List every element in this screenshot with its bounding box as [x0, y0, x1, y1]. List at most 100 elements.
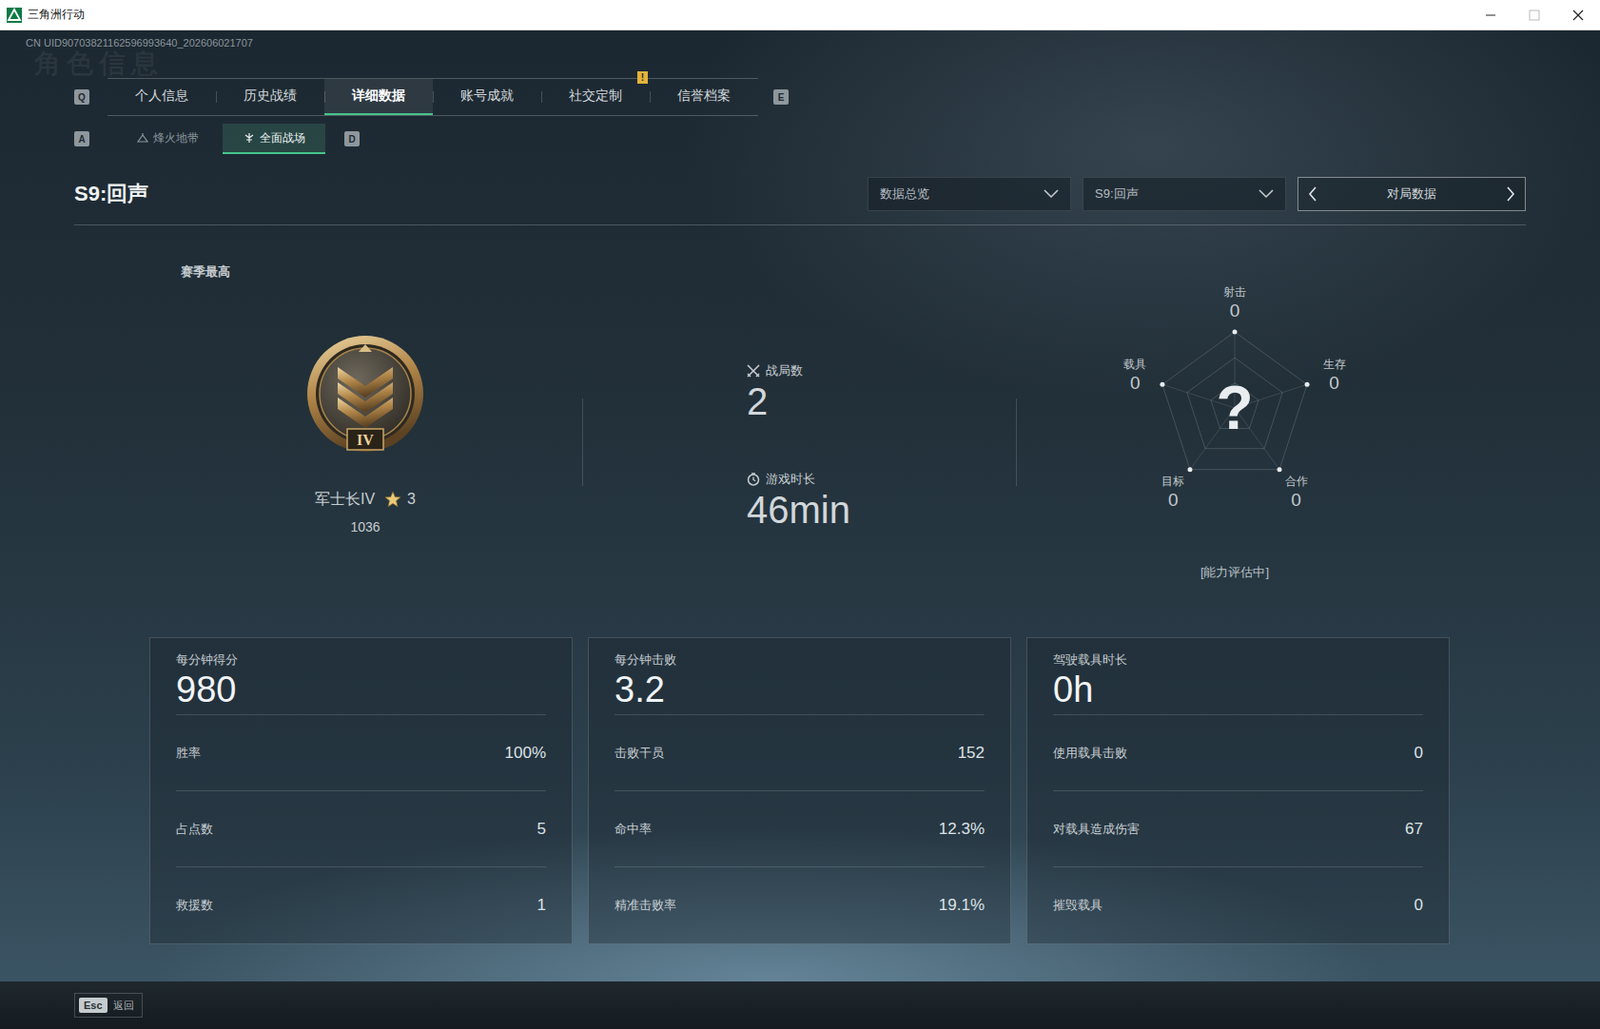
chevron-left-icon[interactable] [1307, 186, 1318, 202]
rank-tier: IV [356, 431, 374, 449]
rank-caption: 赛季最高 [180, 263, 583, 281]
clock-icon [746, 472, 761, 487]
back-label: 返回 [113, 998, 135, 1014]
key-hint: D [344, 131, 360, 147]
season-title: S9:回声 [74, 179, 149, 209]
game-window: 三角洲行动角色信息CN UID90703821162596993640_2026… [0, 0, 1600, 1029]
stat-label: 摧毁载具 [1053, 897, 1103, 915]
divider [582, 398, 584, 487]
dropdown-value: 数据总览 [879, 185, 930, 203]
tab-list: 个人信息 历史战绩 详细数据 账号成就 社交定制! 信誉档案 [107, 78, 759, 117]
ability-panel: ?射击0生存0合作0目标0载具0[能力评估中] [1016, 225, 1378, 638]
dropdown-value: S9:回声 [1094, 185, 1139, 203]
mode-tab-label: 烽火地带 [153, 130, 199, 147]
summary-label: 战局数 [765, 362, 803, 380]
rank-block: IV 军士长IV3 1036 [270, 332, 461, 537]
tab[interactable]: 信誉档案 [649, 78, 759, 116]
tab[interactable]: 社交定制! [541, 78, 650, 116]
stat-value: 0 [1414, 896, 1424, 916]
rank-score: 1036 [350, 517, 380, 537]
summary-label-row: 游戏时长 [746, 470, 1016, 488]
stats-screen: 角色信息CN UID90703821162596993640_202606021… [0, 30, 1600, 982]
mode-tabs: A烽火地带全面战场D [0, 123, 1600, 155]
summary-value: 2 [746, 379, 1016, 424]
stat-row: 命中率 12.3% [614, 791, 985, 868]
summary-value: 46min [746, 487, 1016, 532]
stat-cards: 每分钟得分980胜率100%占点数5救援数1每分钟击败3.2击败干员152命中率… [0, 637, 1600, 945]
uid-label: CN UID90703821162596993640_202606021707 [25, 36, 1600, 50]
tab[interactable]: 个人信息 [107, 78, 216, 116]
card-value: 3.2 [614, 668, 985, 711]
alert-badge: ! [637, 71, 648, 84]
filter-dropdown[interactable]: S9:回声 [1082, 176, 1287, 212]
stat-row: 对载具造成伤害67 [1053, 791, 1424, 868]
card-title: 每分钟得分 [175, 651, 547, 669]
ability-status: [能力评估中] [1200, 564, 1269, 582]
stat-row: 占点数5 [175, 791, 547, 868]
card-header: 每分钟击败3.2 [614, 651, 985, 716]
chevron-down-icon [1043, 189, 1059, 199]
stat-value: 100% [505, 743, 547, 763]
axis-value: 0 [1285, 488, 1308, 512]
radar-center-mark: ? [1215, 377, 1253, 439]
radar-point [1232, 330, 1238, 335]
stat-label: 对载具造成伤害 [1053, 820, 1140, 839]
maximize-icon[interactable] [1512, 0, 1557, 31]
stat-label: 胜率 [175, 744, 201, 762]
tab[interactable]: 账号成就 [432, 78, 542, 116]
tab-label: 账号成就 [460, 87, 514, 105]
card-title: 驾驶载具时长 [1053, 651, 1424, 669]
summary-stat: 战局数2 [746, 362, 1016, 424]
stat-card: 每分钟得分980胜率100%占点数5救援数1 [149, 637, 573, 945]
summary-stat: 游戏时长46min [746, 470, 1016, 532]
back-button[interactable]: Esc 返回 [74, 993, 143, 1018]
tab-label: 详细数据 [351, 87, 406, 105]
axis-value: 0 [1223, 299, 1247, 323]
rank-name: 军士长IV3 [314, 488, 416, 510]
summary-label: 游戏时长 [765, 470, 816, 488]
window-title: 三角洲行动 [27, 6, 85, 23]
minimize-icon[interactable] [1468, 0, 1513, 31]
tab-label: 历史战绩 [243, 87, 297, 105]
stat-value: 152 [957, 743, 985, 763]
mode-tab-list: 烽火地带 全面战场 [116, 123, 326, 155]
radar-point [1277, 467, 1283, 472]
rank-panel: 赛季最高 IV 军士长IV3 1036 [74, 225, 583, 638]
bottom-bar: Esc 返回 [0, 981, 1600, 1029]
tab-label: 社交定制 [568, 87, 623, 105]
radar-axis: 目标0 [1161, 473, 1185, 512]
chevron-down-icon [1258, 189, 1274, 199]
mode-tab-label: 全面战场 [259, 130, 306, 147]
zone-icon [136, 132, 149, 144]
mode-tab[interactable]: 烽火地带 [116, 123, 219, 155]
header-controls: 数据总览S9:回声对局数据 [867, 176, 1526, 212]
stat-row: 精准击败率 19.1% [614, 867, 985, 944]
stat-label: 命中率 [614, 820, 652, 839]
chevron-right-icon[interactable] [1505, 186, 1516, 202]
stat-value: 19.1% [938, 896, 985, 916]
rank-title: 军士长IV [314, 488, 375, 510]
stat-row: 摧毁载具 0 [1053, 867, 1424, 944]
stat-value: 5 [537, 819, 547, 840]
tab[interactable]: 历史战绩 [215, 78, 325, 116]
tab-label: 信誉档案 [677, 87, 731, 105]
axis-label: 载具 [1123, 356, 1147, 372]
radar-axis: 生存0 [1323, 356, 1347, 395]
stat-row: 使用载具击败0 [1053, 715, 1424, 792]
close-icon[interactable] [1556, 0, 1600, 31]
title-bar: 三角洲行动 [0, 0, 1600, 31]
star-icon [384, 490, 402, 508]
radar-point [1159, 382, 1165, 388]
key-hint: Esc [78, 997, 108, 1014]
radar-point [1187, 467, 1192, 472]
card-value: 980 [175, 668, 547, 711]
filter-dropdown[interactable]: 数据总览 [867, 176, 1072, 212]
watermark: 角色信息 [34, 49, 164, 79]
stat-value: 0 [1414, 743, 1424, 763]
card-header: 驾驶载具时长0h [1053, 651, 1424, 716]
divider [1015, 398, 1017, 487]
stat-label: 精准击败率 [614, 897, 677, 915]
mode-tab[interactable]: 全面战场 [222, 123, 326, 155]
tab[interactable]: 详细数据 [324, 78, 433, 116]
stat-value: 12.3% [938, 819, 985, 840]
